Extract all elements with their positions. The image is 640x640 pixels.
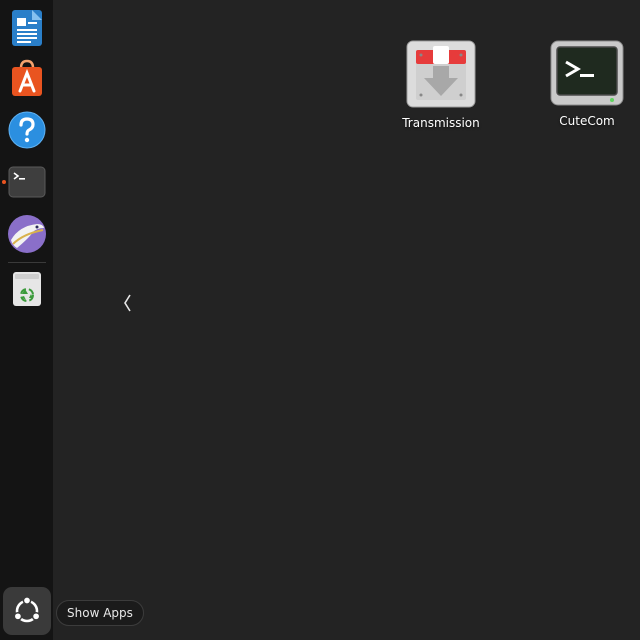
- dock: [0, 0, 53, 640]
- help-question-icon: [8, 111, 46, 149]
- remmina-bird-icon: [8, 215, 46, 253]
- transmission-icon: [406, 40, 476, 108]
- cutecom-terminal-icon: [550, 40, 624, 106]
- dock-item-ubuntu-software[interactable]: [4, 55, 50, 101]
- desktop-icon-transmission[interactable]: Transmission: [391, 40, 491, 130]
- chevron-left-icon[interactable]: [120, 292, 134, 314]
- dock-item-trash[interactable]: [4, 266, 50, 312]
- desktop-icon-cutecom[interactable]: CuteCom: [537, 40, 637, 128]
- document-writer-icon: [12, 10, 42, 46]
- ubuntu-logo-icon: [13, 596, 41, 623]
- desktop-icon-label: Transmission: [402, 116, 480, 130]
- dock-separator: [8, 262, 46, 263]
- desktop-icon-label: CuteCom: [559, 114, 615, 128]
- app-store-bag-icon: [12, 59, 42, 96]
- dock-item-remmina[interactable]: [4, 211, 50, 257]
- dock-item-terminal[interactable]: [4, 159, 50, 205]
- trash-recycle-icon: [13, 272, 41, 306]
- show-apps-tooltip: Show Apps: [56, 600, 144, 626]
- dock-item-libreoffice-writer[interactable]: [4, 5, 50, 51]
- dock-item-help[interactable]: [4, 107, 50, 153]
- terminal-icon: [8, 166, 46, 198]
- show-apps-button[interactable]: [3, 587, 51, 635]
